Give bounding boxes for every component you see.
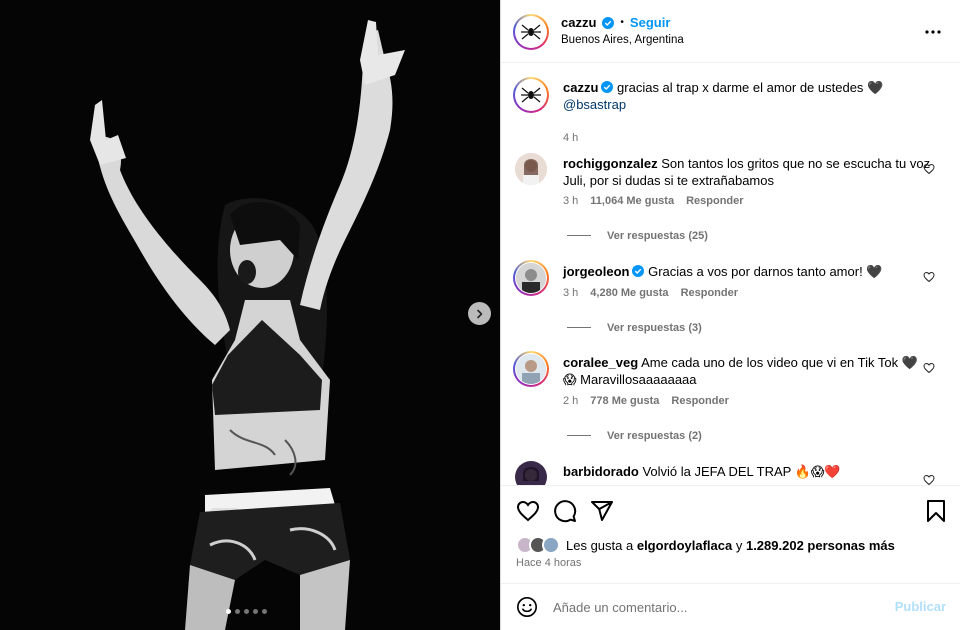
carousel-dot bbox=[226, 609, 231, 614]
view-replies-button[interactable]: Ver respuestas (25) bbox=[567, 227, 708, 242]
comment-likes[interactable]: 778 Me gusta bbox=[590, 395, 659, 407]
caption-avatar[interactable] bbox=[513, 77, 549, 113]
liker-avatars bbox=[516, 536, 562, 554]
comment-username[interactable]: barbidorado bbox=[563, 464, 639, 479]
likes-joiner: y bbox=[735, 537, 743, 553]
carousel-dot bbox=[253, 609, 258, 614]
caption-text: gracias al trap x darme el amor de usted… bbox=[617, 80, 884, 95]
comment-item: jorgeoleon Gracias a vos por darnos tant… bbox=[513, 260, 948, 340]
carousel-indicator bbox=[226, 609, 267, 614]
comment-username[interactable]: coralee_veg bbox=[563, 355, 638, 370]
heart-icon bbox=[516, 500, 540, 522]
comment-bubble-icon bbox=[554, 500, 577, 523]
caption-time: 4 h bbox=[563, 132, 579, 144]
comment-item: coralee_veg Ame cada uno de los video qu… bbox=[513, 351, 948, 442]
avatar-photo bbox=[515, 461, 547, 485]
caption-mention[interactable]: @bsastrap bbox=[563, 97, 626, 112]
post-time: Hace 4 horas bbox=[516, 557, 582, 569]
next-slide-button[interactable] bbox=[468, 302, 491, 325]
comment-like-icon[interactable] bbox=[923, 362, 935, 374]
share-button[interactable] bbox=[589, 498, 615, 524]
comment-like-icon[interactable] bbox=[923, 271, 935, 283]
comment-text: Volvió la JEFA DEL TRAP 🔥😱❤️ bbox=[642, 464, 841, 479]
view-replies-label: Ver respuestas (2) bbox=[607, 430, 702, 442]
divider bbox=[567, 435, 591, 437]
likes-user[interactable]: elgordoylaflaca bbox=[637, 538, 732, 553]
more-horizontal-icon bbox=[925, 30, 941, 34]
comment-likes[interactable]: 4,280 Me gusta bbox=[590, 287, 668, 299]
post-photo bbox=[0, 0, 500, 630]
chevron-right-icon bbox=[476, 309, 482, 318]
comments-list[interactable]: cazzu gracias al trap x darme el amor de… bbox=[501, 64, 960, 485]
post-modal: cazzu • Seguir Buenos Aires, Argentina c… bbox=[0, 0, 960, 630]
divider bbox=[567, 327, 591, 329]
avatar-photo bbox=[516, 354, 546, 384]
post-header: cazzu • Seguir Buenos Aires, Argentina bbox=[501, 0, 960, 63]
emoji-button[interactable] bbox=[515, 595, 539, 619]
post-media[interactable] bbox=[0, 0, 500, 630]
bookmark-icon bbox=[927, 500, 945, 522]
carousel-dot bbox=[244, 609, 249, 614]
comment-button[interactable] bbox=[552, 498, 578, 524]
commenter-avatar[interactable] bbox=[515, 153, 547, 185]
likes-count[interactable]: 1.289.202 personas más bbox=[746, 538, 895, 553]
follow-button[interactable]: Seguir bbox=[630, 15, 670, 30]
verified-badge-icon bbox=[601, 81, 614, 93]
comment-item: rochiggonzalez Son tantos los gritos que… bbox=[513, 152, 948, 242]
paper-plane-icon bbox=[591, 501, 613, 521]
comment-composer: Publicar bbox=[501, 583, 960, 630]
comment-like-icon[interactable] bbox=[923, 163, 935, 175]
author-username[interactable]: cazzu bbox=[561, 15, 596, 30]
carousel-dot bbox=[235, 609, 240, 614]
carousel-dot bbox=[262, 609, 267, 614]
more-options-button[interactable] bbox=[921, 20, 945, 44]
like-button[interactable] bbox=[515, 498, 541, 524]
comment-time: 3 h bbox=[563, 287, 579, 299]
verified-badge-icon bbox=[632, 265, 645, 277]
reply-button[interactable]: Responder bbox=[686, 195, 743, 207]
comment-item: barbidorado Volvió la JEFA DEL TRAP 🔥😱❤️ bbox=[513, 460, 948, 485]
divider bbox=[567, 235, 591, 237]
commenter-avatar[interactable] bbox=[515, 461, 547, 485]
header-separator: • bbox=[620, 17, 624, 28]
comment-username[interactable]: rochiggonzalez bbox=[563, 156, 658, 171]
comment-time: 3 h bbox=[563, 195, 579, 207]
post-location[interactable]: Buenos Aires, Argentina bbox=[561, 34, 684, 46]
commenter-avatar[interactable] bbox=[513, 351, 549, 387]
view-replies-label: Ver respuestas (25) bbox=[607, 230, 708, 242]
avatar-photo bbox=[516, 263, 546, 293]
spider-logo-icon bbox=[521, 87, 541, 103]
comment-username[interactable]: jorgeoleon bbox=[563, 264, 629, 279]
comment-likes[interactable]: 11,064 Me gusta bbox=[590, 195, 674, 207]
reply-button[interactable]: Responder bbox=[681, 287, 738, 299]
comment-text: Gracias a vos por darnos tanto amor! 🖤 bbox=[648, 264, 883, 279]
view-replies-button[interactable]: Ver respuestas (2) bbox=[567, 427, 702, 442]
likes-summary[interactable]: Les gusta a elgordoylaflaca y 1.289.202 … bbox=[516, 536, 895, 554]
post-sidebar: cazzu • Seguir Buenos Aires, Argentina c… bbox=[500, 0, 960, 630]
post-actions: Les gusta a elgordoylaflaca y 1.289.202 … bbox=[501, 485, 960, 583]
smiley-icon bbox=[517, 597, 537, 617]
likes-prefix: Les gusta a bbox=[566, 537, 634, 553]
view-replies-label: Ver respuestas (3) bbox=[607, 322, 702, 334]
caption-username[interactable]: cazzu bbox=[563, 80, 598, 95]
comment-like-icon[interactable] bbox=[923, 474, 935, 485]
spider-logo-icon bbox=[521, 24, 541, 40]
save-button[interactable] bbox=[923, 498, 949, 524]
comment-time: 2 h bbox=[563, 395, 579, 407]
view-replies-button[interactable]: Ver respuestas (3) bbox=[567, 319, 702, 334]
reply-button[interactable]: Responder bbox=[671, 395, 728, 407]
author-avatar[interactable] bbox=[513, 14, 549, 50]
verified-badge-icon bbox=[602, 16, 615, 29]
publish-button[interactable]: Publicar bbox=[895, 599, 946, 614]
avatar-photo bbox=[515, 153, 547, 185]
commenter-avatar[interactable] bbox=[513, 260, 549, 296]
comment-input[interactable] bbox=[553, 596, 873, 618]
